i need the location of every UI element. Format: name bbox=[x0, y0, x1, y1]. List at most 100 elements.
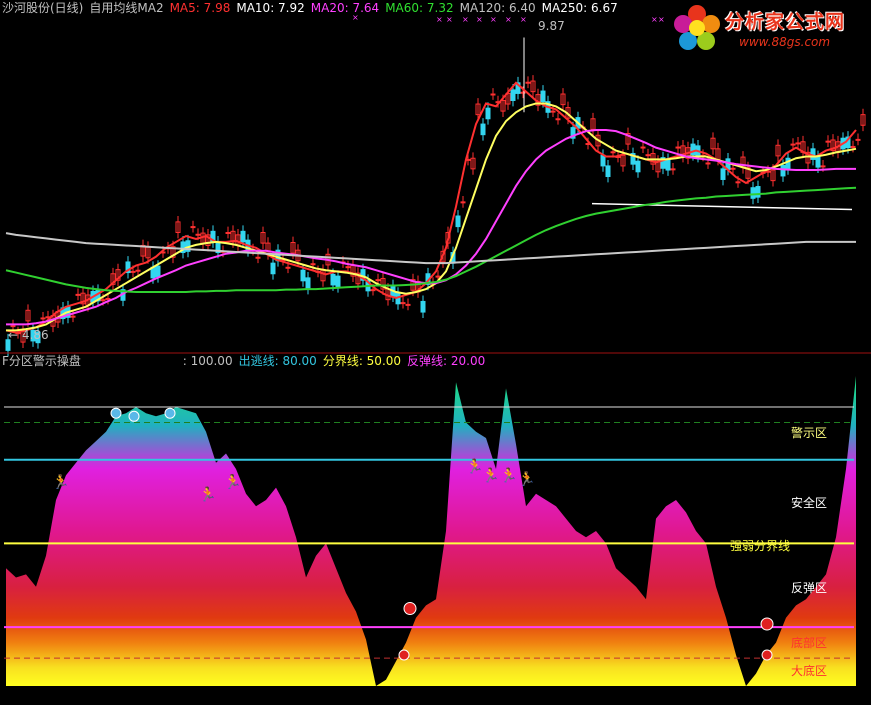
ma-label-4: MA120: 6.40 bbox=[459, 1, 536, 15]
candle-body bbox=[510, 89, 516, 102]
candle-body bbox=[780, 164, 786, 177]
price-low-label: ← 4.86 bbox=[8, 328, 49, 342]
indicator-title: F分区警示操盘 bbox=[2, 354, 81, 368]
candle-body bbox=[690, 143, 696, 156]
candle-body bbox=[755, 186, 761, 198]
signal-marker: × bbox=[462, 15, 469, 24]
plus-ball-icon bbox=[398, 649, 410, 661]
candle-body bbox=[785, 157, 791, 170]
candle-body bbox=[850, 145, 856, 148]
level-label-2: 反弹线: 20.00 bbox=[407, 354, 486, 368]
ma-label-1: MA10: 7.92 bbox=[236, 1, 305, 15]
signal-marker: × bbox=[658, 15, 665, 24]
candle-body bbox=[750, 187, 756, 199]
zone-bottom-label: 底部区 bbox=[791, 636, 828, 650]
candle-body bbox=[460, 201, 466, 204]
candle-body bbox=[665, 158, 671, 171]
runner-icon: 🏃 bbox=[199, 486, 216, 503]
stock-name: 沙河股份(日线) bbox=[2, 1, 84, 15]
series-ma10-line bbox=[6, 102, 857, 332]
series-ma5-line bbox=[5, 81, 857, 334]
indicator-value: : 100.00 bbox=[182, 354, 233, 368]
candle-body bbox=[640, 146, 646, 149]
candle-body bbox=[645, 154, 651, 157]
level-label-1: 分界线: 50.00 bbox=[322, 354, 402, 368]
candle-body bbox=[480, 123, 486, 136]
candle-body bbox=[435, 275, 441, 278]
ma-label-0: MA5: 7.98 bbox=[169, 1, 231, 15]
candle-body bbox=[855, 138, 861, 141]
candle-body bbox=[310, 263, 316, 266]
candle-body bbox=[400, 302, 406, 305]
candle-body bbox=[810, 148, 816, 160]
candle-body bbox=[40, 317, 46, 320]
price-panel: ××××××××××××× bbox=[5, 13, 866, 357]
zone-warning-label: 警示区 bbox=[791, 426, 828, 440]
candle-body bbox=[790, 143, 796, 146]
candle-body bbox=[525, 81, 531, 84]
ma-legend: MA5: 7.98 MA10: 7.92 MA20: 7.64 MA60: 7.32 M… bbox=[170, 1, 624, 15]
candle-body bbox=[75, 293, 81, 296]
signal-marker: × bbox=[446, 15, 453, 24]
runner-icon: 🏃 bbox=[518, 470, 535, 487]
candle-body bbox=[335, 275, 341, 288]
candle-body bbox=[330, 273, 336, 286]
candle-body bbox=[240, 230, 246, 243]
candle-body bbox=[730, 167, 736, 170]
red-ball-icon bbox=[403, 602, 417, 615]
flower-logo-icon bbox=[674, 5, 720, 50]
candle-body bbox=[610, 151, 616, 154]
runner-icon: 🏃 bbox=[466, 458, 483, 475]
candle-body bbox=[100, 299, 106, 302]
candle-body bbox=[675, 146, 681, 149]
blue-ball-icon bbox=[164, 407, 176, 419]
candle-body bbox=[540, 90, 546, 103]
indicator-header: F分区警示操盘 : 100.00 出逃线: 80.00 分界线: 50.00 反弹线:… bbox=[2, 353, 497, 369]
ma-label-3: MA60: 7.32 bbox=[385, 1, 454, 15]
candle-body bbox=[600, 154, 606, 167]
candle-body bbox=[815, 155, 821, 168]
candle-body bbox=[195, 233, 201, 236]
candle-body bbox=[455, 215, 461, 228]
ma-label-5: MA250: 6.67 bbox=[541, 1, 618, 15]
candle-body bbox=[705, 162, 711, 165]
candle-body bbox=[485, 107, 491, 120]
candle-body bbox=[300, 269, 306, 282]
candle-body bbox=[605, 165, 611, 178]
blue-ball-icon bbox=[128, 410, 140, 422]
price-high-label: 9.87 bbox=[538, 19, 565, 33]
candle-body bbox=[255, 256, 261, 259]
red-ball-icon bbox=[760, 617, 774, 631]
ma-label-2: MA20: 7.64 bbox=[310, 1, 380, 15]
candle-body bbox=[820, 165, 826, 168]
candle-body bbox=[375, 279, 381, 282]
logo-title: 分析家公式网 bbox=[725, 11, 846, 33]
candle-body bbox=[420, 300, 426, 313]
logo-url: www.88gs.com bbox=[739, 35, 831, 49]
candle-body bbox=[105, 298, 111, 300]
signal-marker: × bbox=[490, 15, 497, 24]
runner-icon: 🏃 bbox=[52, 473, 69, 490]
signal-marker: × bbox=[520, 15, 527, 24]
series-ma120-line bbox=[5, 232, 856, 265]
runner-icon: 🏃 bbox=[500, 467, 517, 484]
candle-body bbox=[270, 262, 276, 275]
signal-marker: × bbox=[476, 15, 483, 24]
zone-safe-label: 安全区 bbox=[791, 496, 828, 510]
candle-body bbox=[135, 269, 141, 272]
blue-ball-icon bbox=[110, 407, 122, 419]
candle-body bbox=[370, 289, 376, 292]
runner-icon: 🏃 bbox=[224, 473, 241, 490]
zone-divide-label: 强弱分界线 bbox=[730, 539, 791, 553]
plus-ball-icon bbox=[761, 649, 773, 661]
candle-body bbox=[555, 118, 561, 121]
candle-body bbox=[10, 325, 16, 328]
candle-body bbox=[190, 226, 196, 229]
candle-body bbox=[405, 303, 411, 306]
candle-body bbox=[345, 266, 351, 269]
candle-body bbox=[490, 93, 496, 96]
candle-body bbox=[225, 232, 231, 234]
runner-icon: 🏃 bbox=[482, 467, 499, 484]
candle-body bbox=[130, 270, 136, 273]
candle-body bbox=[735, 181, 741, 184]
